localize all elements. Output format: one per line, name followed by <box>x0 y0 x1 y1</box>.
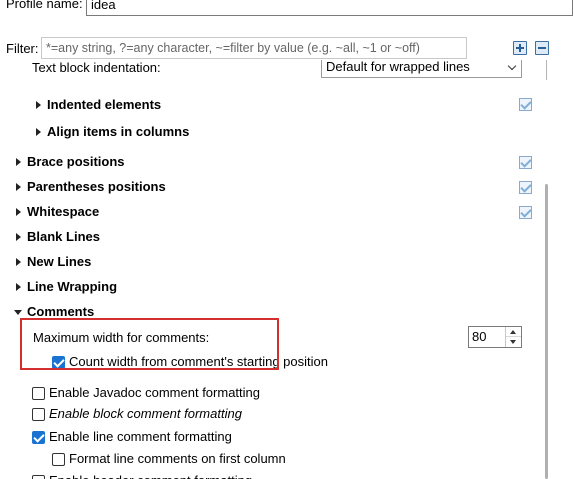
chevron-right-icon[interactable] <box>16 258 21 266</box>
filter-label: Filter: <box>6 41 39 56</box>
chevron-right-icon[interactable] <box>36 128 41 136</box>
text-block-indentation-select[interactable]: Default for wrapped lines <box>321 60 522 78</box>
enable-header-comment-checkbox[interactable] <box>32 475 45 479</box>
settings-tree: Text block indentation: Default for wrap… <box>0 60 573 479</box>
tree-node-brace-positions[interactable]: Brace positions <box>27 152 125 172</box>
section-check-icon <box>519 156 532 169</box>
enable-javadoc-checkbox[interactable] <box>32 387 45 400</box>
tree-node-align-items[interactable]: Align items in columns <box>47 122 189 142</box>
expand-all-icon[interactable] <box>513 41 527 55</box>
section-check-icon <box>519 98 532 111</box>
max-width-comments-value[interactable]: 80 <box>472 328 486 346</box>
profile-name-label: Profile name: <box>6 0 83 11</box>
format-first-column-checkbox[interactable] <box>52 453 65 466</box>
chevron-right-icon[interactable] <box>16 208 21 216</box>
scrollbar-track[interactable] <box>546 60 547 80</box>
format-first-column-label: Format line comments on first column <box>69 451 286 466</box>
text-block-indentation-value: Default for wrapped lines <box>326 60 470 74</box>
tree-node-blank-lines[interactable]: Blank Lines <box>27 227 100 247</box>
chevron-right-icon[interactable] <box>16 233 21 241</box>
tree-node-line-wrapping[interactable]: Line Wrapping <box>27 277 117 297</box>
enable-block-comment-checkbox[interactable] <box>32 408 45 421</box>
enable-javadoc-label: Enable Javadoc comment formatting <box>49 385 260 400</box>
section-check-icon <box>519 181 532 194</box>
profile-name-input[interactable]: idea <box>86 0 573 16</box>
max-width-comments-spinner[interactable]: 80 <box>468 326 522 348</box>
tree-node-whitespace[interactable]: Whitespace <box>27 202 99 222</box>
chevron-right-icon[interactable] <box>36 101 41 109</box>
spinner-down-icon[interactable] <box>506 337 521 347</box>
tree-node-parentheses-positions[interactable]: Parentheses positions <box>27 177 166 197</box>
highlight-annotation-box <box>20 318 279 370</box>
filter-input[interactable]: *=any string, ?=any character, ~=filter … <box>41 37 467 59</box>
section-check-icon <box>519 206 532 219</box>
chevron-right-icon[interactable] <box>16 183 21 191</box>
tree-node-new-lines[interactable]: New Lines <box>27 252 91 272</box>
chevron-right-icon[interactable] <box>16 283 21 291</box>
tree-node-indented-elements[interactable]: Indented elements <box>47 95 161 115</box>
enable-header-comment-label: Enable header comment formatting <box>49 471 252 479</box>
scrollbar-thumb[interactable] <box>545 184 548 479</box>
text-block-indentation-label: Text block indentation: <box>32 60 161 75</box>
spinner-up-icon[interactable] <box>506 327 521 337</box>
enable-block-comment-label: Enable block comment formatting <box>49 406 242 421</box>
chevron-down-icon <box>507 61 517 71</box>
chevron-right-icon[interactable] <box>16 158 21 166</box>
collapse-all-icon[interactable] <box>535 41 549 55</box>
enable-line-comment-label: Enable line comment formatting <box>49 429 232 444</box>
chevron-down-icon[interactable] <box>14 310 22 315</box>
enable-line-comment-checkbox[interactable] <box>32 431 45 444</box>
